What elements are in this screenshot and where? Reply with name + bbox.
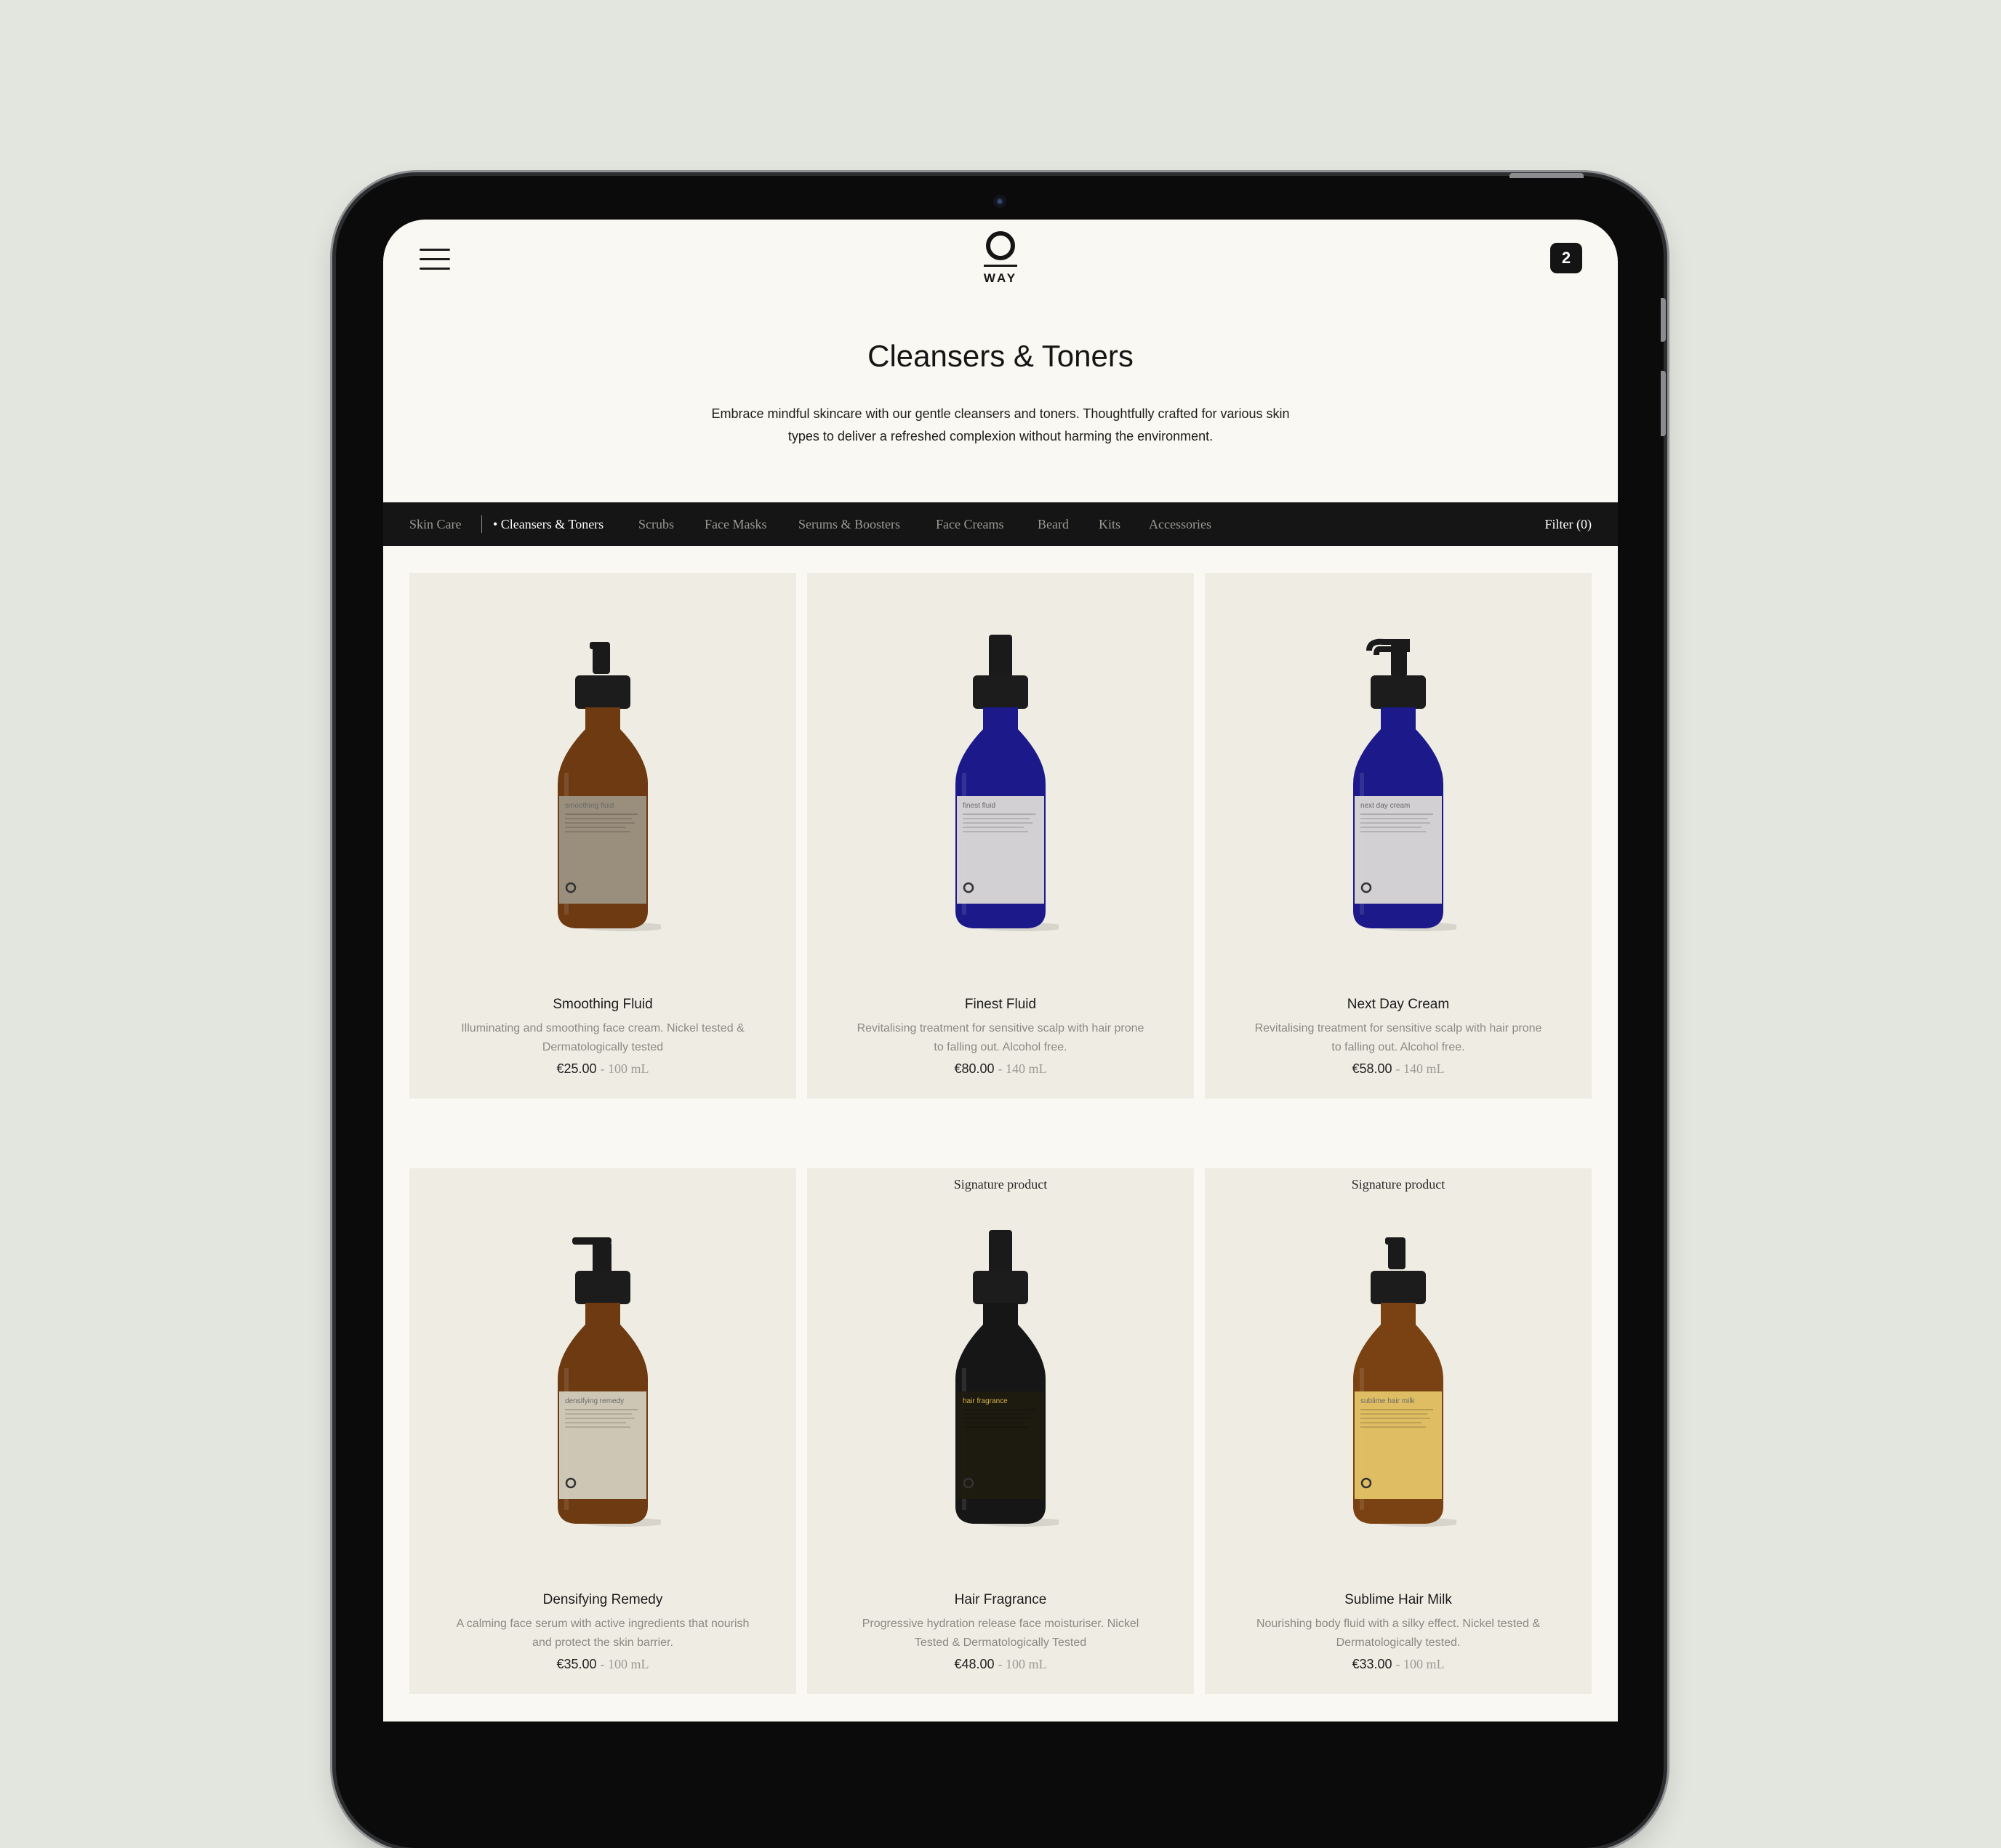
page-intro: Embrace mindful skincare with our gentle… [703, 403, 1298, 448]
product-card[interactable]: smoothing fluid Smoothing Fluid Illumina… [409, 573, 796, 1098]
page-title: Cleansers & Toners [867, 339, 1134, 373]
product-description: Progressive hydration release face moist… [862, 1618, 1139, 1649]
product-card[interactable]: next day cream Next Day Cream Revitalisi… [1205, 573, 1592, 1098]
tab-scrubs[interactable]: Scrubs [638, 502, 674, 546]
logo-bar [984, 265, 1017, 267]
bottle-svg: finest fluid [955, 635, 1066, 931]
product-name[interactable]: Finest Fluid [807, 997, 1194, 1013]
product-name[interactable]: Sublime Hair Milk [1205, 1592, 1592, 1608]
signature-badge: Signature product [953, 1177, 1048, 1192]
product-bottle-image[interactable]: densifying remedy [545, 1230, 668, 1535]
screen: WAY 2 Cleansers & Toners Embrace mindful… [383, 220, 1618, 1722]
product-price-line: €35.00 - 100 mL [409, 1657, 796, 1672]
svg-text:smoothing fluid: smoothing fluid [565, 802, 614, 810]
product-volume: - 100 mL [998, 1657, 1047, 1671]
signature-badge: Signature product [1351, 1177, 1445, 1192]
category-divider [481, 515, 482, 533]
logo-text: WAY [983, 271, 1018, 285]
product-bottle-image[interactable]: finest fluid [942, 635, 1066, 940]
svg-text:sublime hair milk: sublime hair milk [1360, 1397, 1415, 1405]
product-bottle-image[interactable]: smoothing fluid [545, 635, 668, 940]
bottle-svg: sublime hair milk [1353, 1237, 1464, 1527]
product-price-line: €33.00 - 100 mL [1205, 1657, 1592, 1672]
product-price-line: €48.00 - 100 mL [807, 1657, 1194, 1672]
tab-kits[interactable]: Kits [1099, 502, 1120, 546]
tablet-side-button [1661, 298, 1666, 342]
product-bottle-image[interactable]: next day cream [1340, 635, 1464, 940]
product-description: Revitalising treatment for sensitive sca… [857, 1022, 1144, 1053]
tablet-top-button [1509, 173, 1584, 178]
camera-icon [993, 195, 1006, 208]
logo-o-mark [986, 231, 1015, 260]
product-description: Illuminating and smoothing face cream. N… [461, 1022, 745, 1053]
product-price-line: €58.00 - 140 mL [1205, 1061, 1592, 1077]
category-parent-skin-care[interactable]: Skin Care [409, 502, 462, 546]
svg-text:next day cream: next day cream [1360, 802, 1410, 810]
product-name[interactable]: Hair Fragrance [807, 1592, 1194, 1608]
product-card[interactable]: Signature product hair fragrance Hair Fr… [807, 1168, 1194, 1694]
product-card[interactable]: Signature product sublime hair milk Subl… [1205, 1168, 1592, 1694]
intro-line-1: Embrace mindful skincare with our gentle… [711, 406, 1290, 421]
tablet-volume-button [1661, 371, 1666, 436]
product-volume: - 140 mL [1395, 1061, 1445, 1076]
product-bottle-image[interactable]: hair fragrance [942, 1230, 1066, 1535]
product-price-line: €25.00 - 100 mL [409, 1061, 796, 1077]
product-price: €80.00 [954, 1061, 995, 1076]
tab-cleansers-toners[interactable]: • Cleansers & Toners [493, 502, 603, 546]
svg-text:finest fluid: finest fluid [963, 802, 995, 810]
tab-beard[interactable]: Beard [1038, 502, 1069, 546]
bottle-svg: smoothing fluid [558, 642, 668, 931]
brand-logo[interactable]: WAY [968, 231, 1033, 286]
product-price: €48.00 [954, 1657, 995, 1671]
tab-face-masks[interactable]: Face Masks [705, 502, 766, 546]
product-price: €35.00 [556, 1657, 597, 1671]
bottle-svg: next day cream [1353, 638, 1464, 931]
product-card[interactable]: finest fluid Finest Fluid Revitalising t… [807, 573, 1194, 1098]
product-name[interactable]: Next Day Cream [1205, 997, 1592, 1013]
svg-text:hair fragrance: hair fragrance [963, 1397, 1008, 1405]
product-volume: - 100 mL [1395, 1657, 1445, 1671]
bottle-svg: densifying remedy [558, 1237, 668, 1527]
intro-line-2: types to deliver a refreshed complexion … [787, 429, 1214, 443]
product-price-line: €80.00 - 140 mL [807, 1061, 1194, 1077]
filter-button[interactable]: Filter (0) [1545, 502, 1592, 546]
product-card[interactable]: densifying remedy Densifying Remedy A ca… [409, 1168, 796, 1694]
tab-serums-boosters[interactable]: Serums & Boosters [798, 502, 900, 546]
svg-text:densifying remedy: densifying remedy [565, 1397, 624, 1405]
product-description: Revitalising treatment for sensitive sca… [1254, 1022, 1542, 1053]
product-name[interactable]: Smoothing Fluid [409, 997, 796, 1013]
cart-button[interactable]: 2 [1550, 243, 1582, 273]
product-volume: - 100 mL [600, 1061, 649, 1076]
product-description: Nourishing body fluid with a silky effec… [1256, 1618, 1541, 1649]
product-volume: - 140 mL [998, 1061, 1047, 1076]
menu-icon[interactable] [420, 249, 450, 270]
category-bar: Skin Care • Cleansers & Toners Scrubs Fa… [383, 502, 1618, 546]
tab-face-creams[interactable]: Face Creams [936, 502, 1003, 546]
product-name[interactable]: Densifying Remedy [409, 1592, 796, 1608]
product-volume: - 100 mL [600, 1657, 649, 1671]
product-price: €25.00 [556, 1061, 597, 1076]
product-price: €33.00 [1352, 1657, 1392, 1671]
product-price: €58.00 [1352, 1061, 1392, 1076]
bottle-svg: hair fragrance [955, 1230, 1066, 1527]
product-bottle-image[interactable]: sublime hair milk [1340, 1230, 1464, 1535]
product-description: A calming face serum with active ingredi… [456, 1618, 750, 1649]
tab-accessories[interactable]: Accessories [1149, 502, 1211, 546]
